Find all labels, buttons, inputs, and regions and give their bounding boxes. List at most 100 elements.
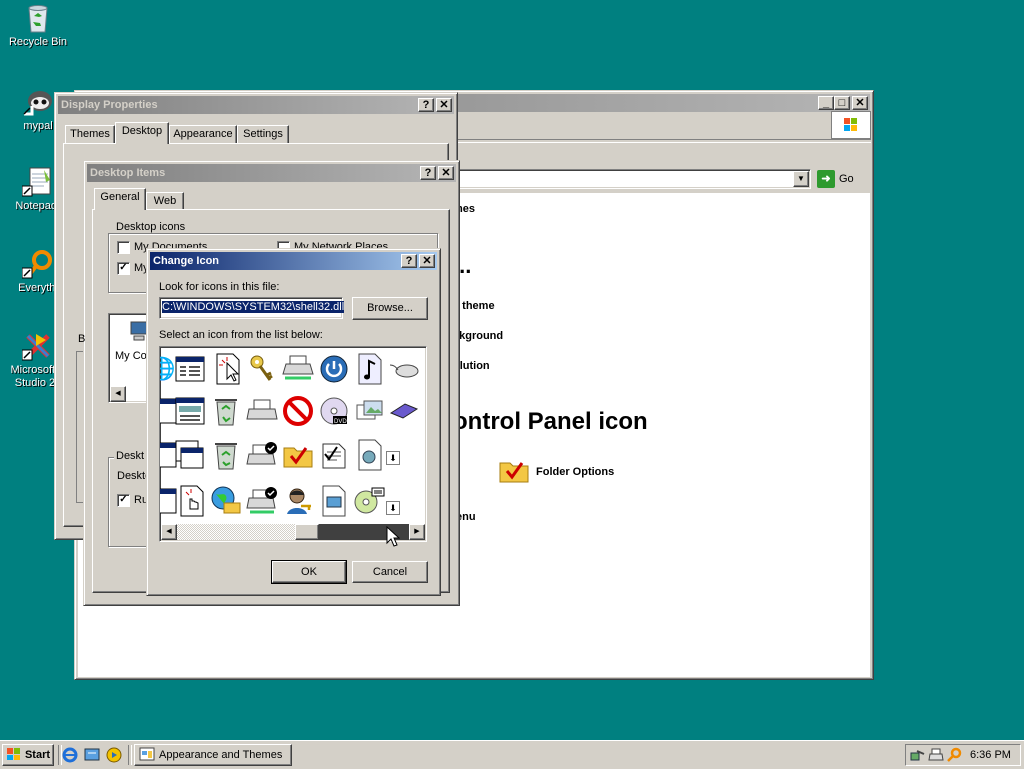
run-cleanup-checkbox[interactable]: ✓ [117, 494, 130, 507]
close-button[interactable]: ✕ [852, 96, 868, 110]
system-tray: 6:36 PM [905, 744, 1021, 766]
printer-tray-icon[interactable] [928, 747, 944, 766]
mypal-browser-icon [22, 86, 54, 118]
close-button[interactable]: ✕ [438, 166, 454, 180]
help-button[interactable]: ? [420, 166, 436, 180]
documents-check-icon[interactable] [318, 439, 350, 471]
windows-logo-icon [831, 111, 871, 139]
control-panel-icon [139, 746, 155, 765]
mouse-pointer-icon [386, 525, 401, 551]
network-globe-icon[interactable] [210, 485, 242, 517]
clock[interactable]: 6:36 PM [970, 749, 1011, 761]
search-tray-icon[interactable] [946, 747, 962, 766]
image-document-icon[interactable] [318, 485, 350, 517]
application-window-icon[interactable] [174, 395, 206, 427]
display-properties-titlebar: Display Properties ? ✕ [58, 96, 454, 114]
keys-icon[interactable] [246, 353, 278, 385]
change-icon-title: Change Icon [153, 255, 220, 267]
go-label: Go [839, 173, 854, 185]
tab-general[interactable]: General [94, 188, 146, 210]
windows-flag-icon [6, 747, 22, 764]
cursor-document-icon[interactable] [212, 353, 244, 385]
help-button[interactable]: ? [418, 98, 434, 112]
start-label: Start [24, 749, 51, 761]
tab-themes[interactable]: Themes [65, 125, 115, 143]
recycle-bin-icon [22, 2, 54, 34]
tab-settings[interactable]: Settings [237, 125, 289, 143]
show-desktop-icon[interactable] [84, 747, 100, 763]
window-icon[interactable] [174, 353, 206, 385]
shared-printer-icon[interactable] [246, 485, 278, 517]
close-button[interactable]: ✕ [419, 254, 435, 268]
task-link-background[interactable]: ckground [453, 330, 503, 342]
desktop-icon-label: Recycle Bin [8, 36, 68, 48]
taskbar-button-appearance-and-themes[interactable]: Appearance and Themes [134, 744, 292, 766]
address-dropdown-button[interactable]: ▼ [793, 171, 809, 187]
close-button[interactable]: ✕ [436, 98, 452, 112]
maximize-button[interactable]: □ [834, 96, 850, 110]
recycle-bin-full-icon[interactable] [210, 395, 242, 427]
printer-icon[interactable] [246, 395, 278, 427]
control-panel-icon-heading: ontrol Panel icon [453, 408, 648, 435]
my-documents-checkbox[interactable] [117, 241, 130, 254]
hand-cursor-document-icon[interactable] [176, 485, 208, 517]
network-printer-icon[interactable] [282, 353, 314, 385]
taskbar: Start Appearance and Themes 6:36 PM [0, 740, 1024, 769]
browse-button[interactable]: Browse... [352, 297, 428, 320]
svg-text:DVD: DVD [334, 419, 347, 425]
scroll-down-small-icon[interactable]: ⬇ [386, 451, 400, 465]
start-button[interactable]: Start [2, 744, 54, 766]
scroll-thumb[interactable] [295, 524, 319, 540]
icon-file-input[interactable]: C:\WINDOWS\SYSTEM32\shell32.dll [159, 297, 345, 319]
go-arrow-icon: ➜ [817, 170, 835, 188]
look-for-icons-label: Look for icons in this file: [159, 281, 280, 293]
recycle-bin-icon[interactable] [210, 439, 242, 471]
network-tray-icon[interactable] [910, 747, 926, 766]
desktop-icon-recycle-bin[interactable]: Recycle Bin [0, 2, 76, 49]
desktop-icons-group-label: Desktop icons [114, 221, 188, 233]
user-key-icon[interactable] [282, 485, 314, 517]
desktop-items-titlebar: Desktop Items ? ✕ [87, 164, 456, 182]
preview-scroll-left[interactable]: ◀ [110, 386, 126, 402]
behind-groupbox-edge [76, 351, 83, 503]
notepad-plus-icon [21, 166, 54, 198]
pictures-icon[interactable] [354, 395, 386, 427]
help-button[interactable]: ? [401, 254, 417, 268]
scroll-down-small-icon[interactable]: ⬇ [386, 501, 400, 515]
cd-network-icon[interactable] [354, 485, 386, 517]
music-note-icon[interactable] [354, 353, 386, 385]
tab-web[interactable]: Web [146, 192, 184, 210]
no-entry-icon[interactable] [282, 395, 314, 427]
tab-desktop[interactable]: Desktop [115, 122, 169, 144]
taskbar-button-label: Appearance and Themes [159, 749, 283, 761]
zip-drive-icon[interactable] [388, 395, 420, 427]
power-icon[interactable] [318, 353, 350, 385]
mouse-icon[interactable] [388, 353, 420, 385]
dvd-icon[interactable]: DVD [318, 395, 350, 427]
desktop-cleanup-group-label: Deskt [114, 450, 147, 462]
folder-options-label: Folder Options [536, 465, 615, 478]
everything-search-icon [21, 248, 54, 280]
folder-check-icon[interactable] [282, 439, 314, 471]
address-bar[interactable]: ▼ [455, 169, 811, 189]
minimize-button[interactable]: _ [818, 96, 834, 110]
media-document-icon[interactable] [354, 439, 386, 471]
display-properties-title: Display Properties [61, 99, 158, 111]
internet-explorer-icon[interactable] [62, 747, 78, 763]
scroll-left-button[interactable]: ◀ [161, 524, 177, 540]
tab-appearance[interactable]: Appearance [169, 125, 237, 143]
default-printer-icon[interactable] [246, 439, 278, 471]
scroll-right-button[interactable]: ▶ [409, 524, 425, 540]
change-icon-titlebar: Change Icon ? ✕ [150, 252, 437, 270]
go-button[interactable]: ➜ Go [817, 169, 854, 189]
media-player-icon[interactable] [106, 747, 122, 763]
icon-list[interactable]: 🌐 DVD ⬇ ⬇ ◀ [159, 346, 427, 542]
quick-launch-separator-2 [128, 745, 132, 765]
programs-window-icon[interactable] [174, 439, 206, 471]
cancel-button[interactable]: Cancel [352, 561, 428, 583]
my-computer-checkbox[interactable]: ✓ [117, 262, 130, 275]
folder-options-icon [498, 455, 530, 488]
ok-button[interactable]: OK [271, 560, 347, 584]
icon-file-value: C:\WINDOWS\SYSTEM32\shell32.dll [162, 301, 345, 313]
folder-options-link[interactable]: Folder Options [498, 455, 614, 488]
